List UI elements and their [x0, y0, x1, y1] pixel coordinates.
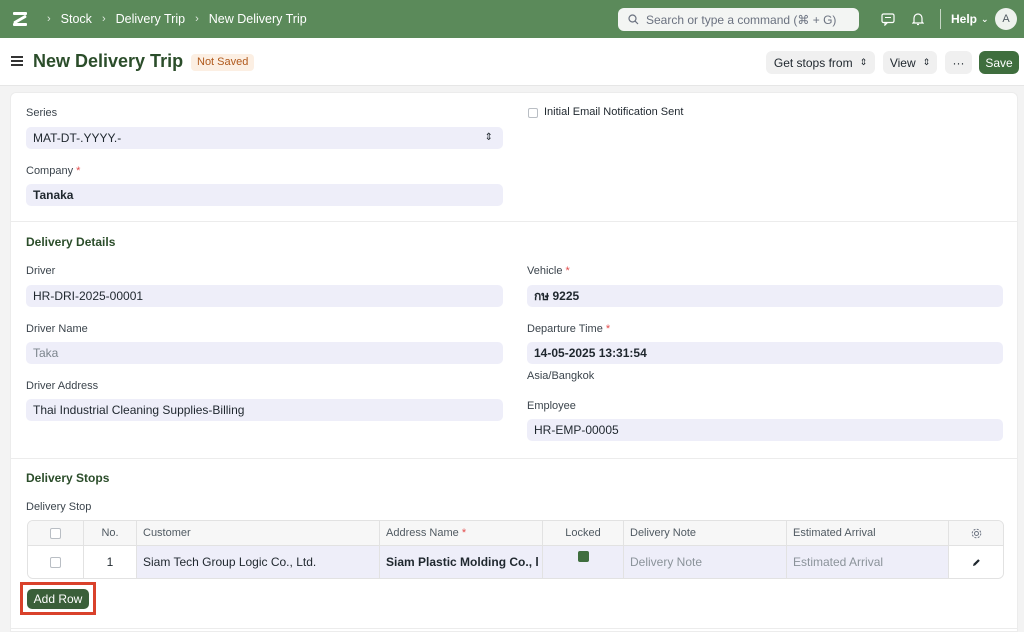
header-customer: Customer — [137, 521, 380, 545]
driver-name-field: Taka — [26, 342, 503, 364]
company-label: Company * — [26, 165, 81, 177]
top-navbar: › Stock › Delivery Trip › New Delivery T… — [0, 0, 1024, 38]
page-title: New Delivery Trip — [33, 51, 184, 71]
edit-icon[interactable] — [949, 546, 1003, 578]
app-logo[interactable] — [13, 11, 27, 27]
driver-address-field[interactable]: Thai Industrial Cleaning Supplies-Billin… — [26, 399, 503, 421]
save-button[interactable]: Save — [979, 51, 1019, 74]
vehicle-label: Vehicle * — [527, 265, 570, 277]
row-estimated-arrival[interactable]: Estimated Arrival — [787, 546, 949, 578]
breadcrumb-stock[interactable]: Stock — [61, 12, 92, 26]
add-row-highlight: Add Row — [20, 582, 96, 615]
header-estimated-arrival: Estimated Arrival — [787, 521, 949, 545]
view-button[interactable]: View ⇕ — [883, 51, 937, 74]
driver-label: Driver — [26, 265, 56, 277]
driver-field[interactable]: HR-DRI-2025-00001 — [26, 285, 503, 307]
get-stops-label: Get stops from — [773, 55, 853, 70]
employee-label: Employee — [527, 400, 576, 412]
search-icon — [628, 14, 639, 25]
form-card: Series MAT-DT-.YYYY.- ⇕ Initial Email No… — [10, 92, 1018, 632]
avatar[interactable]: A — [995, 8, 1017, 30]
row-select-cell — [28, 546, 84, 578]
initial-email-sent-checkbox[interactable] — [528, 108, 538, 118]
delivery-stops-title: Delivery Stops — [26, 471, 110, 485]
section-divider — [11, 628, 1017, 629]
series-value: MAT-DT-.YYYY.- — [33, 131, 122, 145]
bell-icon[interactable] — [910, 11, 926, 27]
search-bar[interactable]: Search or type a command (⌘ + G) — [618, 8, 859, 31]
select-arrows-icon: ⇕ — [484, 132, 493, 143]
breadcrumb-delivery-trip[interactable]: Delivery Trip — [116, 12, 185, 26]
timezone-text: Asia/Bangkok — [527, 370, 595, 382]
row-checkbox[interactable] — [50, 556, 61, 568]
view-label: View — [889, 55, 916, 70]
series-select[interactable]: MAT-DT-.YYYY.- ⇕ — [26, 127, 503, 149]
departure-time-label: Departure Time * — [527, 323, 611, 335]
header-address-name: Address Name * — [380, 521, 543, 545]
driver-name-label: Driver Name — [26, 323, 88, 335]
section-divider — [11, 458, 1017, 459]
gear-icon[interactable] — [949, 521, 1003, 545]
breadcrumb: › Stock › Delivery Trip › New Delivery T… — [37, 12, 307, 26]
select-all-checkbox[interactable] — [50, 527, 61, 539]
initial-email-sent-label: Initial Email Notification Sent — [544, 106, 684, 118]
chevron-right-icon: › — [101, 13, 106, 25]
header-select-cell — [28, 521, 84, 545]
status-badge: Not Saved — [191, 54, 255, 71]
chevron-right-icon: › — [47, 13, 51, 25]
delivery-stops-table: No. Customer Address Name * Locked Deliv… — [27, 520, 1004, 579]
delivery-details-title: Delivery Details — [26, 235, 116, 249]
row-address-name[interactable]: Siam Plastic Molding Co., l — [380, 546, 543, 578]
locked-checkbox[interactable] — [577, 551, 589, 562]
driver-address-label: Driver Address — [26, 380, 99, 392]
page-header: New Delivery Trip Not Saved Get stops fr… — [0, 38, 1024, 86]
employee-field[interactable]: HR-EMP-00005 — [527, 419, 1003, 441]
delivery-stop-label: Delivery Stop — [26, 501, 92, 513]
chevron-down-icon: ⌄ — [981, 13, 989, 24]
chat-icon[interactable] — [880, 11, 896, 27]
table-header: No. Customer Address Name * Locked Deliv… — [28, 521, 1003, 546]
breadcrumb-new-delivery-trip[interactable]: New Delivery Trip — [209, 12, 307, 26]
departure-time-field[interactable]: 14-05-2025 13:31:54 — [527, 342, 1003, 364]
chevron-right-icon: › — [195, 13, 199, 25]
help-dropdown[interactable]: Help ⌄ — [951, 12, 989, 26]
header-no: No. — [84, 521, 137, 545]
get-stops-from-button[interactable]: Get stops from ⇕ — [766, 51, 875, 74]
row-locked[interactable] — [543, 546, 624, 578]
select-arrows-icon: ⇕ — [859, 57, 868, 67]
company-field[interactable]: Tanaka — [26, 184, 503, 206]
select-arrows-icon: ⇕ — [922, 57, 931, 67]
vehicle-field[interactable]: กษ 9225 — [527, 285, 1003, 307]
navbar-divider — [940, 9, 941, 29]
search-placeholder: Search or type a command (⌘ + G) — [646, 12, 837, 27]
help-label: Help — [951, 12, 978, 26]
row-customer[interactable]: Siam Tech Group Logic Co., Ltd. — [137, 546, 380, 578]
add-row-button[interactable]: Add Row — [27, 589, 89, 609]
row-delivery-note[interactable]: Delivery Note — [624, 546, 787, 578]
row-no: 1 — [84, 546, 137, 578]
more-options-button[interactable]: ··· — [945, 51, 972, 74]
menu-icon[interactable] — [11, 56, 23, 66]
header-locked: Locked — [543, 521, 624, 545]
section-divider — [11, 221, 1017, 222]
series-label: Series — [26, 107, 58, 119]
ellipsis-icon: ··· — [952, 55, 965, 70]
header-delivery-note: Delivery Note — [624, 521, 787, 545]
table-row[interactable]: 1 Siam Tech Group Logic Co., Ltd. Siam P… — [28, 546, 1003, 578]
